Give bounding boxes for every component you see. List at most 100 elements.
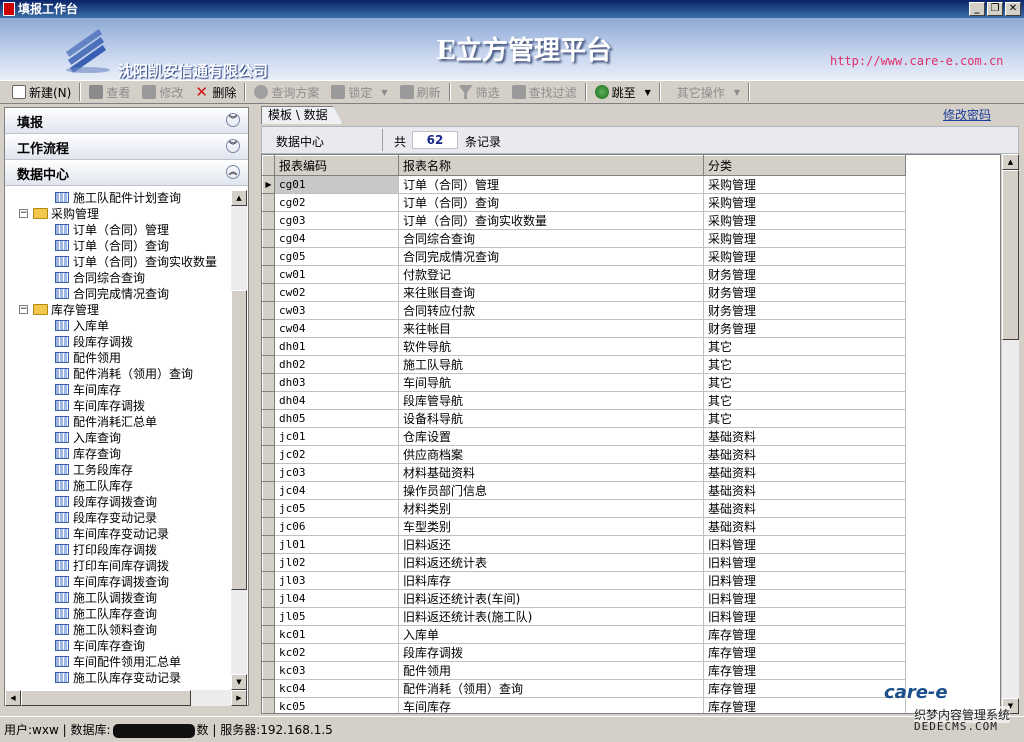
- cell-category[interactable]: 旧料管理: [703, 607, 906, 626]
- tree-item[interactable]: 订单（合同）管理: [5, 222, 231, 238]
- tree-item[interactable]: 施工队库存查询: [5, 606, 231, 622]
- tree-item[interactable]: 工务段库存: [5, 462, 231, 478]
- cell-category[interactable]: 库存管理: [703, 643, 906, 662]
- cell-name[interactable]: 设备科导航: [398, 409, 704, 428]
- row-indicator[interactable]: [262, 283, 275, 302]
- row-indicator[interactable]: [262, 589, 275, 608]
- table-row[interactable]: jl04 旧料返还统计表(车间) 旧料管理: [262, 589, 906, 608]
- tree-item[interactable]: 车间库存调拨: [5, 398, 231, 414]
- row-indicator[interactable]: [262, 193, 275, 212]
- cell-category[interactable]: 其它: [703, 391, 906, 410]
- cell-name[interactable]: 合同完成情况查询: [398, 247, 704, 266]
- row-indicator[interactable]: [262, 247, 275, 266]
- change-password-link[interactable]: 修改密码: [943, 106, 991, 123]
- cell-category[interactable]: 旧料管理: [703, 535, 906, 554]
- cell-name[interactable]: 旧料库存: [398, 571, 704, 590]
- cell-name[interactable]: 配件消耗（领用）查询: [398, 679, 704, 698]
- cell-name[interactable]: 付款登记: [398, 265, 704, 284]
- cell-code[interactable]: kc02: [274, 643, 399, 662]
- tree-item[interactable]: 打印车间库存调拨: [5, 558, 231, 574]
- cell-code[interactable]: dh02: [274, 355, 399, 374]
- current-row-indicator-icon[interactable]: ▶: [262, 175, 275, 194]
- cell-category[interactable]: 旧料管理: [703, 589, 906, 608]
- cell-code[interactable]: cg05: [274, 247, 399, 266]
- table-row[interactable]: jc05 材料类别 基础资料: [262, 499, 906, 518]
- table-row[interactable]: jc04 操作员部门信息 基础资料: [262, 481, 906, 500]
- cell-name[interactable]: 车型类别: [398, 517, 704, 536]
- cell-name[interactable]: 车间库存: [398, 697, 704, 713]
- cell-category[interactable]: 基础资料: [703, 427, 906, 446]
- cell-name[interactable]: 旧料返还统计表(车间): [398, 589, 704, 608]
- column-header-name[interactable]: 报表名称: [398, 155, 704, 176]
- find-filter-button[interactable]: 查找过滤: [506, 82, 583, 102]
- cell-category[interactable]: 其它: [703, 355, 906, 374]
- cell-code[interactable]: cw04: [274, 319, 399, 338]
- cell-category[interactable]: 库存管理: [703, 679, 906, 698]
- scroll-up-arrow-icon[interactable]: ▲: [231, 190, 247, 206]
- cell-code[interactable]: cw03: [274, 301, 399, 320]
- row-indicator[interactable]: [262, 355, 275, 374]
- cell-category[interactable]: 财务管理: [703, 265, 906, 284]
- row-indicator[interactable]: [262, 265, 275, 284]
- table-row[interactable]: cg05 合同完成情况查询 采购管理: [262, 247, 906, 266]
- cell-code[interactable]: cw02: [274, 283, 399, 302]
- cell-code[interactable]: dh03: [274, 373, 399, 392]
- row-indicator[interactable]: [262, 229, 275, 248]
- tree-item[interactable]: 车间库存变动记录: [5, 526, 231, 542]
- scroll-thumb[interactable]: [1002, 170, 1019, 340]
- cell-code[interactable]: kc03: [274, 661, 399, 680]
- tree-folder[interactable]: − 库存管理: [5, 302, 231, 318]
- filter-button[interactable]: 筛选: [453, 82, 506, 102]
- cell-code[interactable]: cg04: [274, 229, 399, 248]
- table-row[interactable]: kc04 配件消耗（领用）查询 库存管理: [262, 679, 906, 698]
- row-indicator[interactable]: [262, 643, 275, 662]
- tree-item[interactable]: 车间库存查询: [5, 638, 231, 654]
- row-indicator[interactable]: [262, 553, 275, 572]
- cell-name[interactable]: 材料类别: [398, 499, 704, 518]
- cell-category[interactable]: 财务管理: [703, 301, 906, 320]
- cell-category[interactable]: 其它: [703, 373, 906, 392]
- table-row[interactable]: jc02 供应商档案 基础资料: [262, 445, 906, 464]
- row-indicator[interactable]: [262, 409, 275, 428]
- tree-item[interactable]: 入库查询: [5, 430, 231, 446]
- cell-name[interactable]: 旧料返还: [398, 535, 704, 554]
- maximize-button[interactable]: ❐: [987, 2, 1003, 16]
- table-row[interactable]: kc03 配件领用 库存管理: [262, 661, 906, 680]
- collapse-toggle-icon[interactable]: −: [19, 305, 28, 314]
- scroll-left-arrow-icon[interactable]: ◀: [5, 690, 21, 706]
- cell-name[interactable]: 供应商档案: [398, 445, 704, 464]
- table-row[interactable]: jl01 旧料返还 旧料管理: [262, 535, 906, 554]
- scroll-down-arrow-icon[interactable]: ▼: [231, 674, 247, 690]
- row-indicator[interactable]: [262, 463, 275, 482]
- table-row[interactable]: dh05 设备科导航 其它: [262, 409, 906, 428]
- cell-code[interactable]: cw01: [274, 265, 399, 284]
- tree-item[interactable]: 订单（合同）查询实收数量: [5, 254, 231, 270]
- cell-name[interactable]: 车间导航: [398, 373, 704, 392]
- cell-category[interactable]: 财务管理: [703, 319, 906, 338]
- cell-code[interactable]: dh01: [274, 337, 399, 356]
- tree-item[interactable]: 段库存调拨: [5, 334, 231, 350]
- cell-name[interactable]: 施工队导航: [398, 355, 704, 374]
- tree-item[interactable]: 合同完成情况查询: [5, 286, 231, 302]
- cell-name[interactable]: 来往帐目: [398, 319, 704, 338]
- cell-category[interactable]: 库存管理: [703, 625, 906, 644]
- table-row[interactable]: kc05 车间库存 库存管理: [262, 697, 906, 713]
- view-button[interactable]: 查看: [83, 82, 136, 102]
- tab-template-data[interactable]: 模板 \ 数据: [261, 106, 343, 124]
- cell-category[interactable]: 库存管理: [703, 661, 906, 680]
- cell-category[interactable]: 财务管理: [703, 283, 906, 302]
- chevron-double-up-icon[interactable]: ︽: [226, 165, 240, 179]
- row-indicator[interactable]: [262, 679, 275, 698]
- tree-item[interactable]: 车间库存: [5, 382, 231, 398]
- chevron-double-down-icon[interactable]: ︾: [226, 113, 240, 127]
- cell-name[interactable]: 订单（合同）查询实收数量: [398, 211, 704, 230]
- tree-item[interactable]: 施工队库存变动记录: [5, 670, 231, 686]
- tree-item[interactable]: 段库存调拨查询: [5, 494, 231, 510]
- row-indicator[interactable]: [262, 661, 275, 680]
- tree-item[interactable]: 入库单: [5, 318, 231, 334]
- section-header-fill[interactable]: 填报 ︾: [5, 108, 248, 134]
- row-indicator[interactable]: [262, 481, 275, 500]
- cell-category[interactable]: 采购管理: [703, 211, 906, 230]
- scroll-thumb[interactable]: [231, 290, 247, 590]
- cell-code[interactable]: jc02: [274, 445, 399, 464]
